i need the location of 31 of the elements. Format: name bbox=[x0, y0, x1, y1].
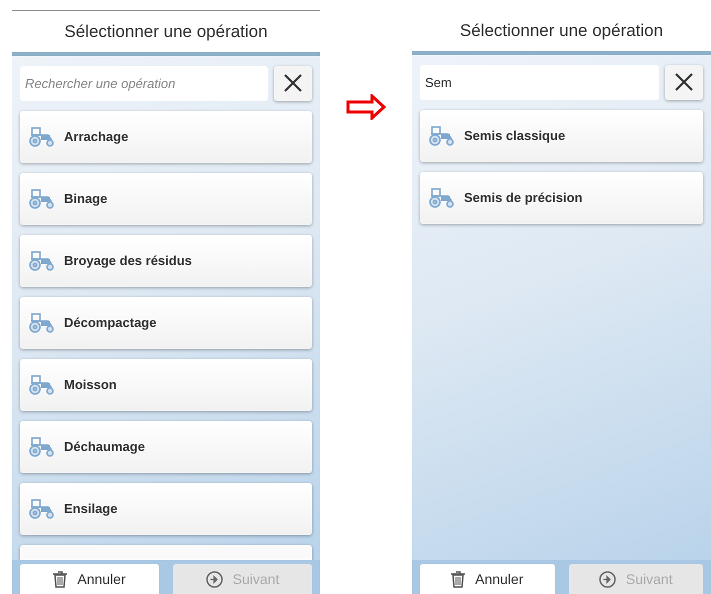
operation-item[interactable]: Ensilage bbox=[20, 482, 312, 534]
operation-item[interactable]: Déchaumage bbox=[20, 420, 312, 472]
tractor-icon bbox=[28, 374, 56, 394]
close-icon bbox=[283, 73, 303, 93]
operation-item[interactable]: Binage bbox=[20, 172, 312, 224]
search-field[interactable]: Rechercher une opération bbox=[20, 66, 268, 100]
tractor-icon bbox=[428, 126, 456, 146]
tractor-icon bbox=[28, 126, 56, 146]
cancel-button[interactable]: Annuler bbox=[420, 564, 554, 594]
trash-icon bbox=[53, 570, 68, 588]
tractor-icon bbox=[428, 188, 456, 208]
tractor-icon bbox=[28, 436, 56, 456]
operation-item[interactable]: Arrachage bbox=[20, 110, 312, 162]
operation-item[interactable]: Moisson bbox=[20, 358, 312, 410]
tractor-icon bbox=[28, 250, 56, 270]
clear-button[interactable] bbox=[665, 64, 703, 100]
operation-item[interactable]: Semis de précision bbox=[420, 172, 703, 224]
search-field[interactable]: Sem bbox=[420, 64, 659, 100]
operation-item[interactable]: Semis classique bbox=[420, 110, 703, 162]
trash-icon bbox=[451, 570, 466, 588]
tractor-icon bbox=[28, 312, 56, 332]
operation-item[interactable]: Décompactage bbox=[20, 296, 312, 348]
close-icon bbox=[674, 72, 694, 92]
tractor-icon bbox=[28, 188, 56, 208]
arrow-icon bbox=[346, 94, 386, 120]
arrow-circle-icon bbox=[206, 570, 223, 588]
cancel-button[interactable]: Annuler bbox=[20, 564, 159, 594]
operation-item[interactable]: Broyage des résidus bbox=[20, 234, 312, 286]
arrow-circle-icon bbox=[598, 570, 616, 588]
tractor-icon bbox=[28, 498, 56, 518]
clear-button[interactable] bbox=[274, 66, 312, 100]
